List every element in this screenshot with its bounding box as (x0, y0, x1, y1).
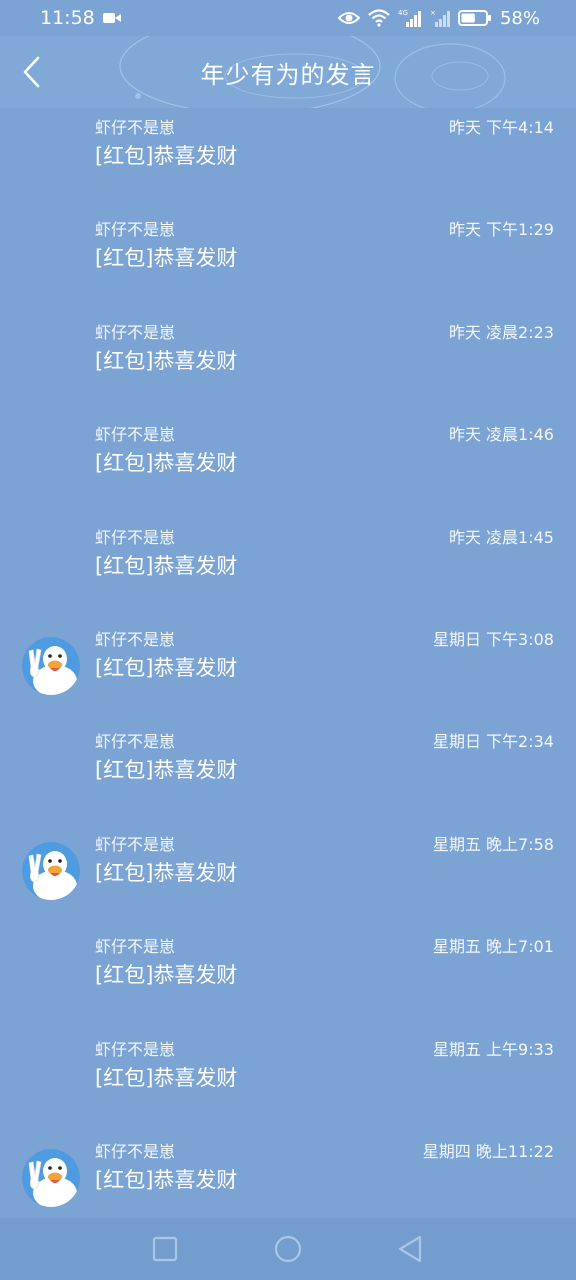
status-right: 4G × 58% (337, 7, 540, 29)
message-text: [红包]恭喜发财 (95, 1065, 238, 1090)
signal-no-sim-icon: × (430, 9, 450, 27)
battery-icon (457, 9, 492, 27)
message-item[interactable]: 虾仔不是崽 昨天 下午4:14 [红包]恭喜发财 (0, 108, 576, 210)
message-text: [红包]恭喜发财 (95, 348, 238, 373)
home-button[interactable] (273, 1234, 303, 1264)
message-time: 昨天 下午4:14 (448, 118, 554, 137)
message-time: 昨天 下午1:29 (448, 220, 554, 240)
message-text: [红包]恭喜发财 (95, 758, 238, 783)
message-text: [红包]恭喜发财 (95, 656, 238, 680)
message-item[interactable]: 虾仔不是崽 昨天 凌晨2:23 [红包]恭喜发财 (0, 313, 576, 415)
wifi-icon (368, 9, 390, 27)
message-time: 星期四 晚上11:22 (422, 1142, 554, 1161)
recent-apps-icon (152, 1236, 178, 1262)
message-item[interactable]: 虾仔不是崽 星期五 上午9:33 [红包]恭喜发财 (0, 1030, 576, 1132)
message-item[interactable]: 虾仔不是崽 星期日 下午2:34 [红包]恭喜发财 (0, 722, 576, 824)
message-time: 星期日 下午2:34 (432, 732, 554, 752)
sender-name: 虾仔不是崽 (95, 220, 176, 240)
message-time: 星期五 晚上7:01 (432, 937, 554, 957)
svg-text:4G: 4G (398, 9, 408, 17)
system-back-button[interactable] (395, 1234, 425, 1264)
message-time: 星期五 晚上7:58 (432, 834, 554, 854)
message-item[interactable]: 虾仔不是崽 星期五 晚上7:01 [红包]恭喜发财 (0, 927, 576, 1029)
avatar[interactable] (22, 841, 80, 900)
eye-icon (337, 11, 360, 25)
chevron-left-icon (23, 56, 40, 88)
message-text: [红包]恭喜发财 (95, 451, 238, 476)
svg-text:×: × (430, 9, 436, 17)
message-text: [红包]恭喜发财 (95, 553, 238, 578)
header-decoration (119, 36, 506, 108)
sender-name: 虾仔不是崽 (95, 425, 176, 445)
message-text: [红包]恭喜发财 (95, 246, 238, 271)
message-item[interactable]: 虾仔不是崽 昨天 凌晨1:46 [红包]恭喜发财 (0, 415, 576, 517)
back-icon (398, 1235, 422, 1263)
sender-name: 虾仔不是崽 (95, 1039, 176, 1059)
recent-apps-button[interactable] (150, 1234, 180, 1264)
back-button[interactable] (14, 52, 50, 92)
sender-name: 虾仔不是崽 (95, 630, 176, 649)
message-time: 昨天 凌晨1:45 (448, 527, 554, 547)
sender-name: 虾仔不是崽 (95, 527, 176, 547)
message-text: [红包]恭喜发财 (95, 860, 238, 885)
video-recording-icon (102, 12, 121, 24)
sender-name: 虾仔不是崽 (95, 322, 176, 342)
message-time: 昨天 凌晨1:46 (448, 425, 554, 445)
sender-name: 虾仔不是崽 (95, 732, 176, 752)
message-item[interactable]: 虾仔不是崽 星期四 晚上11:22 [红包]恭喜发财 (0, 1132, 576, 1218)
message-text: [红包]恭喜发财 (95, 963, 238, 988)
message-list[interactable]: 虾仔不是崽 昨天 下午4:14 [红包]恭喜发财 虾仔不是崽 昨天 下午1:29 [红包]… (0, 108, 576, 1218)
message-text: [红包]恭喜发财 (95, 1168, 238, 1192)
message-text: [红包]恭喜发财 (95, 144, 238, 168)
message-item[interactable]: 虾仔不是崽 昨天 凌晨1:45 [红包]恭喜发财 (0, 518, 576, 620)
clock: 11:58 (40, 7, 95, 29)
message-item[interactable]: 虾仔不是崽 星期五 晚上7:58 [红包]恭喜发财 (0, 825, 576, 927)
sender-name: 虾仔不是崽 (95, 834, 176, 854)
sender-name: 虾仔不是崽 (95, 1142, 176, 1161)
status-bar: 11:58 4G × 58% (0, 0, 576, 36)
home-icon (274, 1235, 302, 1263)
battery-percent: 58% (499, 7, 540, 29)
avatar[interactable] (22, 1149, 80, 1207)
message-time: 星期日 下午3:08 (432, 630, 554, 649)
avatar[interactable] (22, 637, 80, 695)
sender-name: 虾仔不是崽 (95, 118, 176, 137)
status-left: 11:58 (40, 7, 121, 29)
navigation-bar (0, 1218, 576, 1280)
message-item[interactable]: 虾仔不是崽 昨天 下午1:29 [红包]恭喜发财 (0, 210, 576, 312)
message-item[interactable]: 虾仔不是崽 星期日 下午3:08 [红包]恭喜发财 (0, 620, 576, 722)
message-time: 星期五 上午9:33 (432, 1039, 554, 1059)
title-bar: 年少有为的发言 (0, 36, 576, 108)
sender-name: 虾仔不是崽 (95, 937, 176, 957)
signal-4g-icon: 4G (398, 9, 422, 27)
message-time: 昨天 凌晨2:23 (448, 322, 554, 342)
